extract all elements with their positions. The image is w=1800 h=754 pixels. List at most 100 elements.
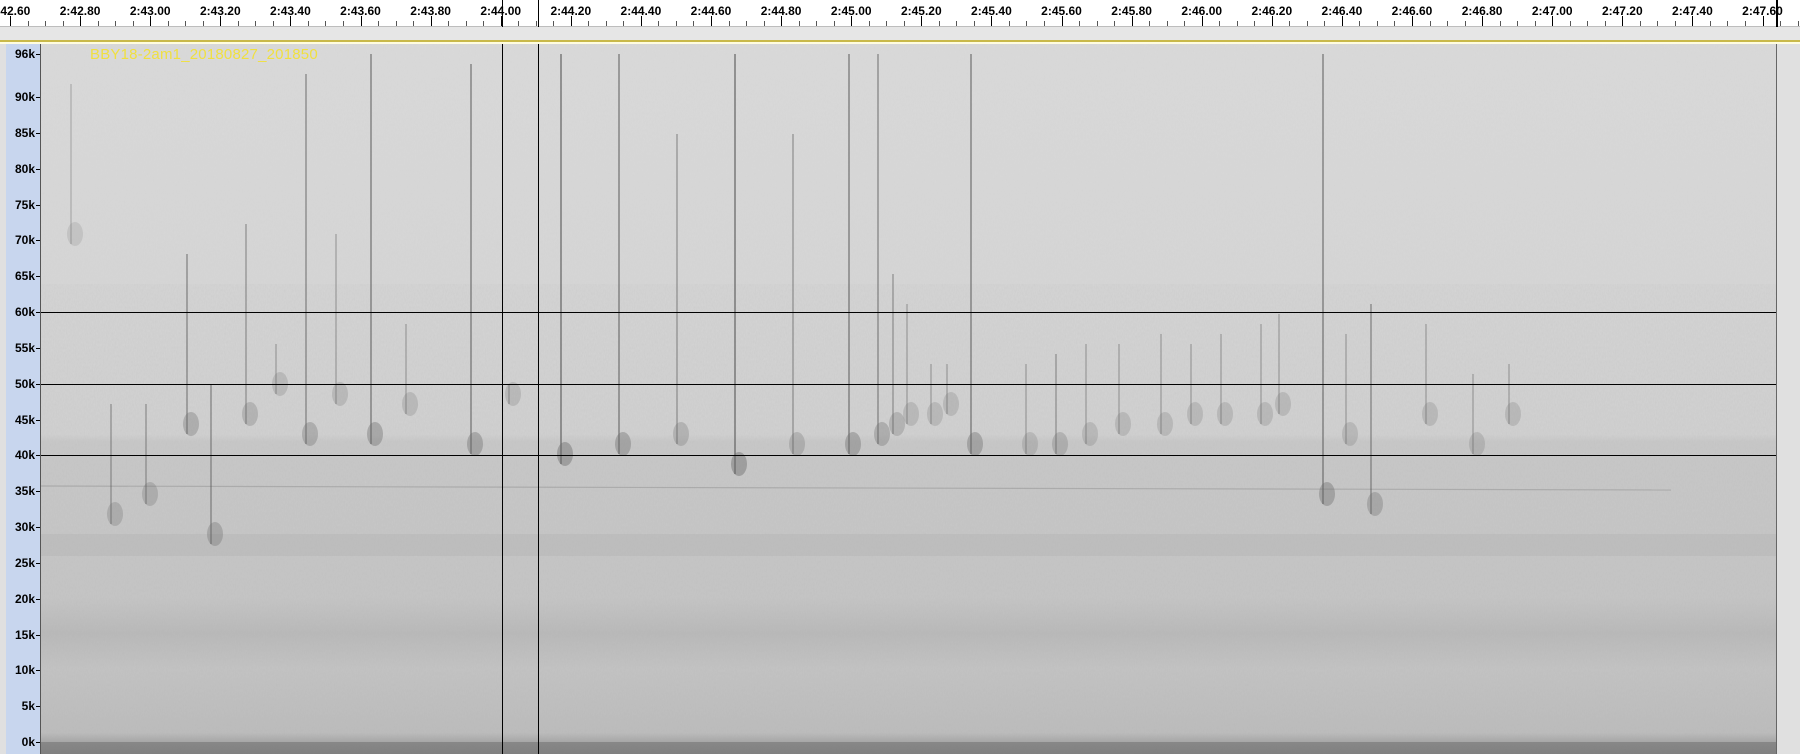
- bat-call-blob: [1052, 432, 1068, 456]
- time-major-tick: [991, 16, 993, 26]
- time-minor-tick: [307, 21, 309, 26]
- time-minor-tick: [97, 21, 99, 26]
- time-minor-tick: [623, 21, 625, 26]
- time-minor-tick: [1376, 21, 1378, 26]
- time-major-tick: [781, 16, 783, 26]
- bat-call-blob: [67, 222, 83, 246]
- time-minor-tick: [132, 21, 134, 26]
- time-minor-tick: [272, 21, 274, 26]
- time-minor-tick: [1096, 21, 1098, 26]
- time-minor-tick: [413, 21, 415, 26]
- time-minor-tick: [693, 21, 695, 26]
- time-minor-tick: [956, 21, 958, 26]
- frequency-tick: [36, 54, 40, 55]
- time-minor-tick: [1587, 21, 1589, 26]
- time-major-tick: [1692, 16, 1694, 26]
- time-minor-tick: [1604, 21, 1606, 26]
- time-minor-tick: [1657, 21, 1659, 26]
- bat-call-blob: [903, 402, 919, 426]
- bat-call-blob: [1342, 422, 1358, 446]
- time-minor-tick: [1324, 21, 1326, 26]
- frequency-tick: [36, 240, 40, 242]
- time-minor-tick: [605, 21, 607, 26]
- time-major-tick: [851, 16, 853, 26]
- time-minor-tick: [746, 21, 748, 26]
- time-major-tick: [1201, 16, 1203, 26]
- selection-start-marker[interactable]: [502, 0, 503, 27]
- time-minor-tick: [1114, 21, 1116, 26]
- time-minor-tick: [448, 21, 450, 26]
- frequency-tick-label: 70k: [14, 233, 35, 248]
- selection-end-line[interactable]: [538, 44, 539, 754]
- bat-call-blob: [505, 382, 521, 406]
- frequency-tick-label: 25k: [14, 555, 35, 570]
- frequency-tick-label: 80k: [14, 161, 35, 176]
- low-frequency-band: [41, 534, 1776, 556]
- time-minor-tick: [1219, 21, 1221, 26]
- frequency-ruler[interactable]: 96k 90k 85k 80k 75k 70k 65k 60k 55k 50k 45k 40k 35k 3…: [6, 44, 41, 754]
- time-minor-tick: [1569, 21, 1571, 26]
- time-major-tick: [711, 16, 712, 26]
- time-major-tick: [1482, 16, 1484, 26]
- time-minor-tick: [763, 21, 765, 26]
- selection-end-marker[interactable]: [538, 0, 539, 27]
- time-minor-tick: [62, 21, 64, 26]
- time-major-tick: [1552, 16, 1554, 26]
- frequency-tick: [36, 562, 40, 564]
- frequency-tick-label: 65k: [14, 269, 35, 284]
- time-minor-tick: [45, 21, 47, 26]
- frequency-tick-label: 40k: [14, 448, 35, 463]
- audio-track[interactable]: 96k 90k 85k 80k 75k 70k 65k 60k 55k 50k 45k 40k 35k 3…: [0, 44, 1800, 754]
- bat-call-blob: [107, 502, 123, 526]
- time-minor-tick: [1780, 21, 1782, 26]
- time-minor-tick: [588, 21, 590, 26]
- time-minor-tick: [868, 21, 870, 26]
- time-minor-tick: [1254, 21, 1256, 26]
- time-minor-tick: [1447, 21, 1449, 26]
- time-minor-tick: [378, 21, 380, 26]
- frequency-tick: [36, 670, 40, 672]
- bat-call-blob: [557, 442, 573, 466]
- frequency-tick: [36, 97, 40, 98]
- bat-call-blob: [1505, 402, 1521, 426]
- track-separator: [0, 27, 1800, 40]
- bat-call-blob: [874, 422, 890, 446]
- time-minor-tick: [185, 21, 187, 26]
- bat-call-blob: [1082, 422, 1098, 446]
- selection-start-line[interactable]: [502, 44, 503, 754]
- frequency-tick-label: 35k: [14, 484, 35, 499]
- time-major-tick: [220, 16, 222, 26]
- frequency-tick-label: 20k: [14, 591, 35, 606]
- spectrogram-view[interactable]: BBY18-2am1_20180827_201850: [41, 44, 1776, 754]
- time-minor-tick: [1709, 21, 1711, 26]
- bat-call-blob: [332, 382, 348, 406]
- bat-call-blob: [467, 432, 483, 456]
- frequency-tick-label: 30k: [14, 520, 35, 534]
- bat-call-blob: [673, 422, 689, 446]
- time-minor-tick: [115, 21, 117, 26]
- time-minor-tick: [465, 21, 467, 26]
- time-major-tick: [570, 16, 572, 26]
- time-minor-tick: [1464, 21, 1466, 26]
- frequency-tick-label: 60k: [14, 305, 35, 319]
- time-major-tick: [1412, 16, 1413, 26]
- frequency-tick-label: 0k: [21, 735, 35, 749]
- time-minor-tick: [833, 21, 835, 26]
- time-minor-tick: [1534, 21, 1536, 26]
- bat-call-blob: [367, 422, 383, 446]
- bat-call-blob: [207, 522, 223, 546]
- frequency-tick-label: 75k: [14, 197, 35, 212]
- time-minor-tick: [255, 21, 257, 26]
- frequency-tick: [36, 276, 40, 278]
- timeline-ruler[interactable]: 2:42.602:42.802:43.002:43.202:43.402:43.…: [0, 0, 1800, 27]
- bat-call-blob: [402, 392, 418, 416]
- frequency-tick: [36, 598, 40, 600]
- frequency-guide-line: [41, 383, 1776, 385]
- frequency-tick-label: 90k: [14, 90, 35, 104]
- time-minor-tick: [1043, 21, 1045, 26]
- bat-call-blob: [242, 402, 258, 426]
- frequency-tick: [36, 312, 40, 313]
- time-minor-tick: [237, 21, 239, 26]
- bat-call-blob: [1367, 492, 1383, 516]
- frequency-tick: [36, 132, 40, 134]
